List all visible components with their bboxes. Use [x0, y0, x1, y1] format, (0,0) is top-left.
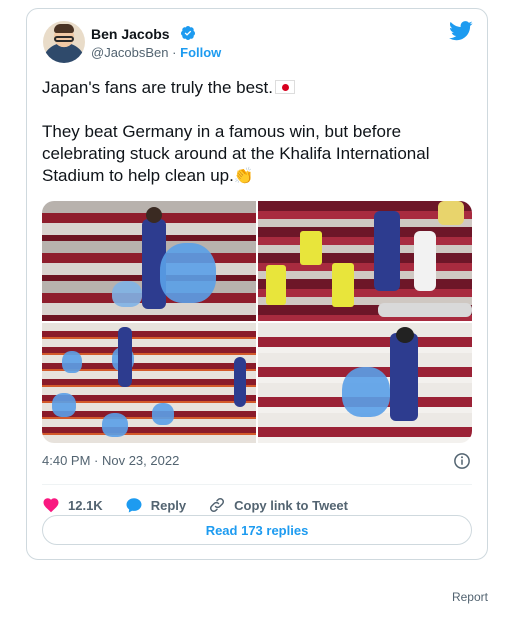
- blue-bag-small: [112, 281, 142, 307]
- divider: [42, 484, 472, 485]
- author-name[interactable]: Ben Jacobs: [91, 26, 170, 42]
- follow-link[interactable]: Follow: [180, 45, 221, 60]
- author-avatar[interactable]: [43, 21, 85, 63]
- reply-bubble-icon: [126, 498, 142, 513]
- read-replies-button[interactable]: Read 173 replies: [42, 515, 472, 545]
- fan-figure: [390, 333, 418, 421]
- blue-bag: [342, 367, 390, 417]
- like-count: 12.1K: [68, 497, 103, 513]
- handle-separator: ·: [172, 45, 177, 60]
- fan-head: [146, 207, 162, 223]
- fan-figure: [438, 201, 464, 225]
- japan-flag-emoji: [275, 80, 295, 94]
- blue-bag: [102, 413, 128, 437]
- blue-bag: [152, 403, 174, 425]
- report-link[interactable]: Report: [452, 590, 488, 604]
- steward-vest: [300, 231, 322, 265]
- fan-figure: [374, 211, 400, 291]
- fan-figure: [118, 327, 132, 387]
- media-grid[interactable]: [42, 201, 472, 443]
- stadium-signage: [378, 303, 472, 317]
- like-button[interactable]: 12.1K: [42, 496, 103, 514]
- avatar-glasses: [54, 36, 74, 42]
- fan-figure: [234, 357, 246, 407]
- heart-icon: [43, 498, 59, 513]
- photo-stands-cleanup[interactable]: [42, 323, 256, 443]
- twitter-bird-icon[interactable]: [449, 21, 473, 41]
- photo-fans-and-stewards[interactable]: [258, 201, 472, 321]
- steward-vest: [266, 265, 286, 305]
- photo-fan-with-bag-2[interactable]: [258, 323, 472, 443]
- blue-bag: [160, 243, 216, 303]
- blue-bag: [62, 351, 82, 373]
- author-handle-row: @JacobsBen · Follow: [91, 45, 221, 60]
- reply-button[interactable]: Reply: [125, 496, 186, 514]
- tweet-text: Japan's fans are truly the best. They be…: [42, 77, 482, 188]
- photo-fan-with-bag-1[interactable]: [42, 201, 256, 321]
- tweet-text-line-2: They beat Germany in a famous win, but b…: [42, 121, 482, 188]
- verified-badge-icon: [181, 26, 195, 40]
- copy-link-button[interactable]: Copy link to Tweet: [208, 496, 348, 514]
- copy-link-label: Copy link to Tweet: [234, 497, 348, 513]
- tweet-card: Ben Jacobs @JacobsBen · Follow Japan's f…: [26, 8, 488, 560]
- tweet-text-line-1: Japan's fans are truly the best.: [42, 77, 482, 99]
- link-icon: [210, 497, 225, 513]
- clap-emoji: 👏: [233, 168, 254, 185]
- steward-vest: [332, 263, 354, 307]
- tweet-timestamp[interactable]: 4:40 PM · Nov 23, 2022: [42, 453, 179, 468]
- tweet-text-line-1-content: Japan's fans are truly the best.: [42, 78, 273, 97]
- fan-head: [396, 327, 414, 343]
- fan-figure: [414, 231, 436, 291]
- info-icon[interactable]: [453, 452, 471, 470]
- author-handle[interactable]: @JacobsBen: [91, 45, 169, 60]
- reply-label: Reply: [150, 497, 187, 513]
- blue-bag: [52, 393, 76, 417]
- avatar-hair: [54, 24, 74, 33]
